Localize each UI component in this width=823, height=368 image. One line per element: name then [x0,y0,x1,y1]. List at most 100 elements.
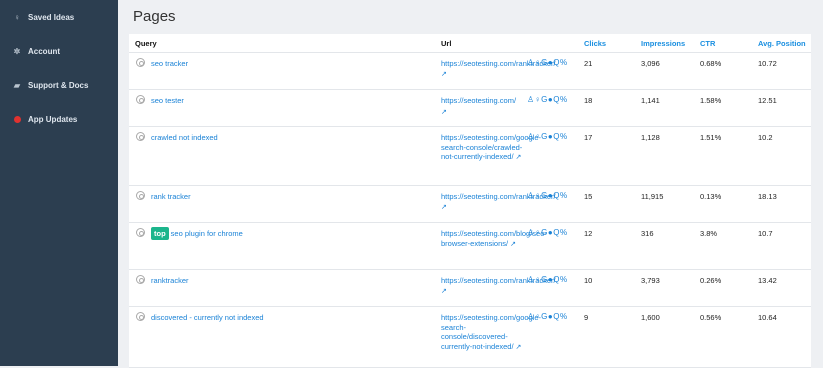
table-row: seo tracker https://seotesting.com/rankt… [129,53,811,90]
header-url: Url [441,39,452,48]
sidebar-item-account[interactable]: ✲ Account [0,34,118,68]
url-path: / [513,96,517,105]
url-host: https://seotesting.com [441,96,514,105]
query-link[interactable]: seo tracker [151,59,188,68]
query-text: seo tracker [151,59,189,68]
sidebar-item-label: Account [28,46,60,56]
row-tools-icons[interactable]: ♙♀G●Q% [527,95,568,104]
impressions-value: 1,141 [641,96,660,105]
ctr-value: 0.56% [700,313,722,322]
query-text: ranktracker [151,276,189,285]
ctr-value: 3.8% [700,229,718,238]
position-value: 12.51 [758,96,777,105]
row-tools-icons[interactable]: ♙♀G●Q% [527,275,568,284]
page-url-link[interactable]: https://seotesting.com/ranktracker/ ↗ [441,192,556,212]
url-host: https://seotesting.com [441,133,514,142]
clicks-value: 15 [584,192,593,201]
page-title: Pages [133,8,176,25]
row-tools-icons[interactable]: ♙♀G●Q% [527,132,568,141]
external-link-icon[interactable]: ↗ [441,71,447,78]
header-ctr[interactable]: CTR [700,39,715,48]
external-link-icon[interactable]: ↗ [441,204,447,211]
table-row: rank tracker https://seotesting.com/rank… [129,186,811,223]
page-url-link[interactable]: https://seotesting.com/ ↗ [441,96,523,117]
query-detail-icon[interactable] [136,95,145,104]
query-link[interactable]: rank tracker [151,192,191,201]
query-link[interactable]: crawled not indexed [151,133,218,142]
table-row: crawled not indexed https://seotesting.c… [129,127,811,186]
page-url-link[interactable]: https://seotesting.com/ranktracker/ ↗ [441,276,556,296]
ctr-value: 0.26% [700,276,722,285]
position-value: 18.13 [758,192,777,201]
query-link[interactable]: ranktracker [151,276,189,285]
clicks-value: 9 [584,313,589,322]
header-avg-position[interactable]: Avg. Position [758,39,806,48]
position-value: 10.2 [758,133,773,142]
url-host: https://seotesting.com [441,192,514,201]
impressions-value: 11,915 [641,192,664,201]
table-row: ranktracker https://seotesting.com/rankt… [129,270,811,307]
pages-table: Query Url Clicks Impressions CTR Avg. Po… [129,34,811,368]
query-detail-icon[interactable] [136,312,145,321]
impressions-value: 1,128 [641,133,660,142]
external-link-icon[interactable]: ↗ [514,154,521,161]
clicks-value: 18 [584,96,593,105]
sidebar-item-app-updates[interactable]: App Updates [0,102,118,136]
row-tools-icons[interactable]: ♙♀G●Q% [527,228,568,237]
ctr-value: 0.68% [700,59,722,68]
sidebar: ♀ Saved Ideas ✲ Account ▰ Support & Docs… [0,0,118,366]
top-badge: top [151,227,169,240]
clicks-value: 12 [584,229,593,238]
page-url-link[interactable]: https://seotesting.com/google-search-con… [441,313,541,352]
impressions-value: 3,096 [641,59,660,68]
clicks-value: 17 [584,133,593,142]
impressions-value: 1,600 [641,313,660,322]
sidebar-item-saved-ideas[interactable]: ♀ Saved Ideas [0,0,118,34]
query-text: crawled not indexed [151,133,218,142]
query-detail-icon[interactable] [136,132,145,141]
table-row: seo tester https://seotesting.com/ ↗ ♙♀G… [129,90,811,127]
notification-dot-icon [12,115,22,123]
header-query: Query [135,39,157,48]
gear-icon: ✲ [13,46,21,56]
clicks-value: 10 [584,276,593,285]
external-link-icon[interactable]: ↗ [441,288,447,295]
page-url-link[interactable]: https://seotesting.com/blog/seo-browser-… [441,229,547,249]
row-tools-icons[interactable]: ♙♀G●Q% [527,58,568,67]
header-impressions[interactable]: Impressions [641,39,685,48]
book-icon: ▰ [13,80,21,90]
row-tools-icons[interactable]: ♙♀G●Q% [527,312,568,321]
query-detail-icon[interactable] [136,191,145,200]
query-text: seo tester [151,96,184,105]
sidebar-item-label: Saved Ideas [28,12,75,22]
ctr-value: 0.13% [700,192,722,201]
sidebar-item-support-docs[interactable]: ▰ Support & Docs [0,68,118,102]
ctr-value: 1.51% [700,133,722,142]
header-clicks[interactable]: Clicks [584,39,606,48]
position-value: 13.42 [758,276,777,285]
query-link[interactable]: top seo plugin for chrome [151,227,243,240]
main-content: Pages Query Url Clicks Impressions CTR A… [118,0,823,368]
query-link[interactable]: discovered - currently not indexed [151,313,264,322]
query-detail-icon[interactable] [136,275,145,284]
impressions-value: 3,793 [641,276,660,285]
position-value: 10.64 [758,313,777,322]
table-header: Query Url Clicks Impressions CTR Avg. Po… [129,34,811,53]
impressions-value: 316 [641,229,654,238]
external-link-icon[interactable]: ↗ [441,109,447,116]
query-detail-icon[interactable] [136,58,145,67]
sidebar-item-label: App Updates [28,114,78,124]
page-url-link[interactable]: https://seotesting.com/ranktracker/ ↗ [441,59,556,79]
query-detail-icon[interactable] [136,228,145,237]
external-link-icon[interactable]: ↗ [514,344,521,351]
query-link[interactable]: seo tester [151,96,184,105]
row-tools-icons[interactable]: ♙♀G●Q% [527,191,568,200]
external-link-icon[interactable]: ↗ [508,241,516,248]
url-host: https://seotesting.com [441,313,514,322]
ctr-value: 1.58% [700,96,722,105]
url-host: https://seotesting.com [441,59,514,68]
page-url-link[interactable]: https://seotesting.com/google-search-con… [441,133,541,163]
clicks-value: 21 [584,59,593,68]
position-value: 10.7 [758,229,773,238]
position-value: 10.72 [758,59,777,68]
